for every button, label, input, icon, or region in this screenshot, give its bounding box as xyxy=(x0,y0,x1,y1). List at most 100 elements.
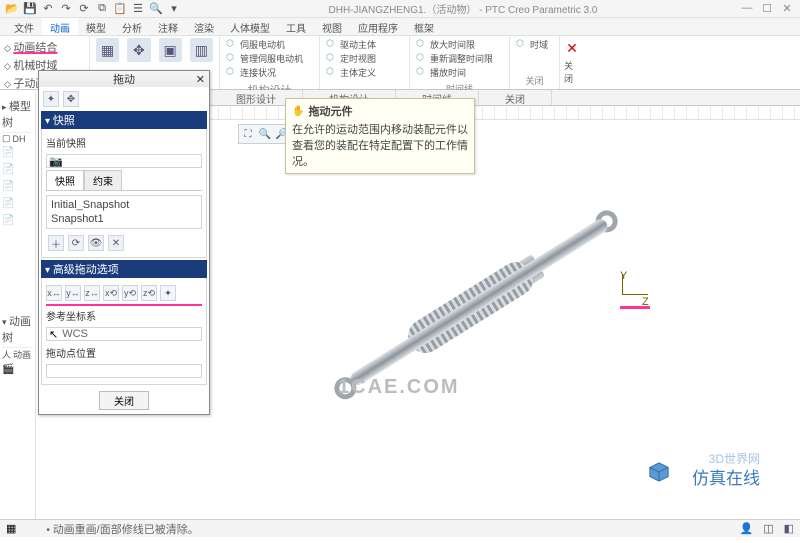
dialog-close-button[interactable]: 关闭 xyxy=(99,391,149,410)
adv-rotate-y-icon[interactable]: y⟲ xyxy=(122,285,138,301)
redo-icon[interactable]: ↷ xyxy=(60,3,72,15)
ribbon-item-servo[interactable]: 伺服电动机 xyxy=(226,38,313,52)
tooltip-title: 拖动元件 xyxy=(292,103,468,121)
snap-show-icon[interactable]: 👁 xyxy=(88,235,104,251)
body-icon[interactable]: ▥ xyxy=(190,38,213,62)
dialog-close-icon[interactable]: ✕ xyxy=(196,73,205,86)
ribbon-item-manage-servo[interactable]: 管理伺服电动机 xyxy=(226,52,313,66)
ref-csys-field[interactable]: ↖ WCS xyxy=(46,327,202,341)
tree-node-anim[interactable]: 人动画 xyxy=(2,348,33,361)
menu-bar: 文件 动画 模型 分析 注释 渲染 人体模型 工具 视图 应用程序 框架 xyxy=(0,18,800,36)
current-snapshot-field[interactable]: 📷 xyxy=(46,154,202,168)
tree-header-anim[interactable]: ▾ 动画树 xyxy=(2,309,33,348)
ref-csys-label: 参考坐标系 xyxy=(46,306,202,325)
keyframe-icon[interactable]: ▦ xyxy=(96,38,119,62)
menu-annotate[interactable]: 注释 xyxy=(150,18,186,35)
status-filter-icon[interactable]: 👤 xyxy=(739,522,753,535)
menu-view[interactable]: 视图 xyxy=(314,18,350,35)
watermark-simonline: 仿真在线 xyxy=(692,464,760,489)
regen-icon[interactable]: ⟳ xyxy=(78,3,90,15)
copy-icon[interactable]: ⧉ xyxy=(96,3,108,15)
axis-y-label: Y xyxy=(620,270,627,282)
section-snapshot-header[interactable]: ▾ 快照 xyxy=(41,111,207,129)
camera-icon[interactable]: 📷 xyxy=(49,155,63,168)
quick-access-toolbar: 📂 💾 ↶ ↷ ⟳ ⧉ 📋 ☰ 🔍 ▾ xyxy=(0,3,186,15)
close-x-icon[interactable]: ✕ xyxy=(566,40,578,57)
ribbon-item-conn[interactable]: 连接状况 xyxy=(226,66,313,80)
section-advanced-header[interactable]: ▾ 高级拖动选项 xyxy=(41,260,207,278)
ribbon-item-body-def[interactable]: 主体定义 xyxy=(326,66,403,80)
pick-icon[interactable]: ↖ xyxy=(49,328,58,341)
model-rod xyxy=(348,217,610,388)
adv-translate-x-icon[interactable]: x↔ xyxy=(46,285,62,301)
ribbon-item-zoom-time[interactable]: 放大时间限 xyxy=(416,38,503,52)
adv-translate-y-icon[interactable]: y↔ xyxy=(65,285,81,301)
undo-icon[interactable]: ↶ xyxy=(42,3,54,15)
menu-manikin[interactable]: 人体模型 xyxy=(222,18,278,35)
title-bar: 📂 💾 ↶ ↷ ⟳ ⧉ 📋 ☰ 🔍 ▾ DHH-JIANGZHENG1.（活动物… xyxy=(0,0,800,18)
tree-icon-1[interactable]: 📄 xyxy=(2,144,33,161)
tree-icon-3[interactable]: 📄 xyxy=(2,178,33,195)
dialog-title-bar[interactable]: 拖动 ✕ xyxy=(39,71,209,87)
drag-dialog: 拖动 ✕ ✦ ✥ ▾ 快照 当前快照 📷 快照 约束 Initial_Snaps… xyxy=(38,70,210,415)
ribbon-item-time-view[interactable]: 定时视图 xyxy=(326,52,403,66)
snap-delete-icon[interactable]: ✕ xyxy=(108,235,124,251)
ribbon-item-readj-time[interactable]: 重新调整时间限 xyxy=(416,52,503,66)
tree-icon-4[interactable]: 📄 xyxy=(2,195,33,212)
close-icon[interactable]: ✕ xyxy=(780,2,794,15)
drag-point-icon[interactable]: ✦ xyxy=(43,91,59,107)
ribbon-item-drive-body[interactable]: 驱动主体 xyxy=(326,38,403,52)
menu-animation[interactable]: 动画 xyxy=(42,18,78,35)
tooltip-drag-component: 拖动元件 在允许的运动范围内移动装配元件以查看您的装配在特定配置下的工作情况。 xyxy=(285,98,475,174)
drag-point-field[interactable] xyxy=(46,364,202,378)
status-icon[interactable]: ▦ xyxy=(6,522,16,535)
snapshot-icon[interactable]: ▣ xyxy=(159,38,182,62)
drag-body-icon[interactable]: ✥ xyxy=(63,91,79,107)
status-geom-icon[interactable]: ◫ xyxy=(763,522,773,535)
tree-anim-icon[interactable]: 🎬 xyxy=(2,361,33,378)
search-icon[interactable]: 🔍 xyxy=(150,3,162,15)
snapshot-list[interactable]: Initial_Snapshot Snapshot1 xyxy=(46,195,202,229)
menu-file[interactable]: 文件 xyxy=(6,18,42,35)
tree-header-model[interactable]: ▸ 模型树 xyxy=(2,94,33,133)
paste-icon[interactable]: 📋 xyxy=(114,3,126,15)
adv-rotate-z-icon[interactable]: z⟲ xyxy=(141,285,157,301)
menu-apps[interactable]: 应用程序 xyxy=(350,18,406,35)
dropdown-icon[interactable]: ▾ xyxy=(168,3,180,15)
snap-add-icon[interactable]: ＋ xyxy=(48,235,64,251)
tab-constraint[interactable]: 约束 xyxy=(84,170,122,190)
menu-tools[interactable]: 工具 xyxy=(278,18,314,35)
snap-update-icon[interactable]: ⟳ xyxy=(68,235,84,251)
tree-node-dh[interactable]: ▢DH xyxy=(2,133,33,144)
open-icon[interactable]: 📂 xyxy=(6,3,18,15)
snapshot-item-initial[interactable]: Initial_Snapshot xyxy=(51,198,197,212)
tab-snapshot[interactable]: 快照 xyxy=(46,170,84,190)
save-icon[interactable]: 💾 xyxy=(24,3,36,15)
windows-icon[interactable]: ☰ xyxy=(132,3,144,15)
model-shock-absorber[interactable] xyxy=(255,197,611,543)
tree-icon-5[interactable]: 📄 xyxy=(2,212,33,229)
drag-icon[interactable]: ✥ xyxy=(127,38,150,62)
menu-analysis[interactable]: 分析 xyxy=(114,18,150,35)
refit-icon[interactable]: ⛶ xyxy=(240,126,256,142)
view-tab-close[interactable]: 关闭 xyxy=(479,90,552,105)
maximize-icon[interactable]: ☐ xyxy=(760,2,774,15)
menu-render[interactable]: 渲染 xyxy=(186,18,222,35)
menu-frame[interactable]: 框架 xyxy=(406,18,442,35)
tree-icon-2[interactable]: 📄 xyxy=(2,161,33,178)
adv-free-icon[interactable]: ✦ xyxy=(160,285,176,301)
zoom-in-icon[interactable]: 🔍 xyxy=(257,126,273,142)
dialog-title: 拖动 xyxy=(113,71,135,87)
menu-model[interactable]: 模型 xyxy=(78,18,114,35)
brand-small: 3D世界网 xyxy=(709,450,760,467)
ribbon-item-play-time[interactable]: 播放时间 xyxy=(416,66,503,80)
window-title: DHH-JIANGZHENG1.（活动物） - PTC Creo Paramet… xyxy=(186,1,740,16)
status-message: • 动画重画/面部修线已被清除。 xyxy=(16,521,739,537)
status-datum-icon[interactable]: ◧ xyxy=(784,522,794,535)
adv-translate-z-icon[interactable]: z↔ xyxy=(84,285,100,301)
ribbon-item-anim-comb[interactable]: ◇ 动画结合 xyxy=(4,38,85,56)
minimize-icon[interactable]: — xyxy=(740,2,754,15)
snapshot-item-1[interactable]: Snapshot1 xyxy=(51,212,197,226)
adv-rotate-x-icon[interactable]: x⟲ xyxy=(103,285,119,301)
ribbon-item-timeline[interactable]: 时域 xyxy=(516,38,553,52)
